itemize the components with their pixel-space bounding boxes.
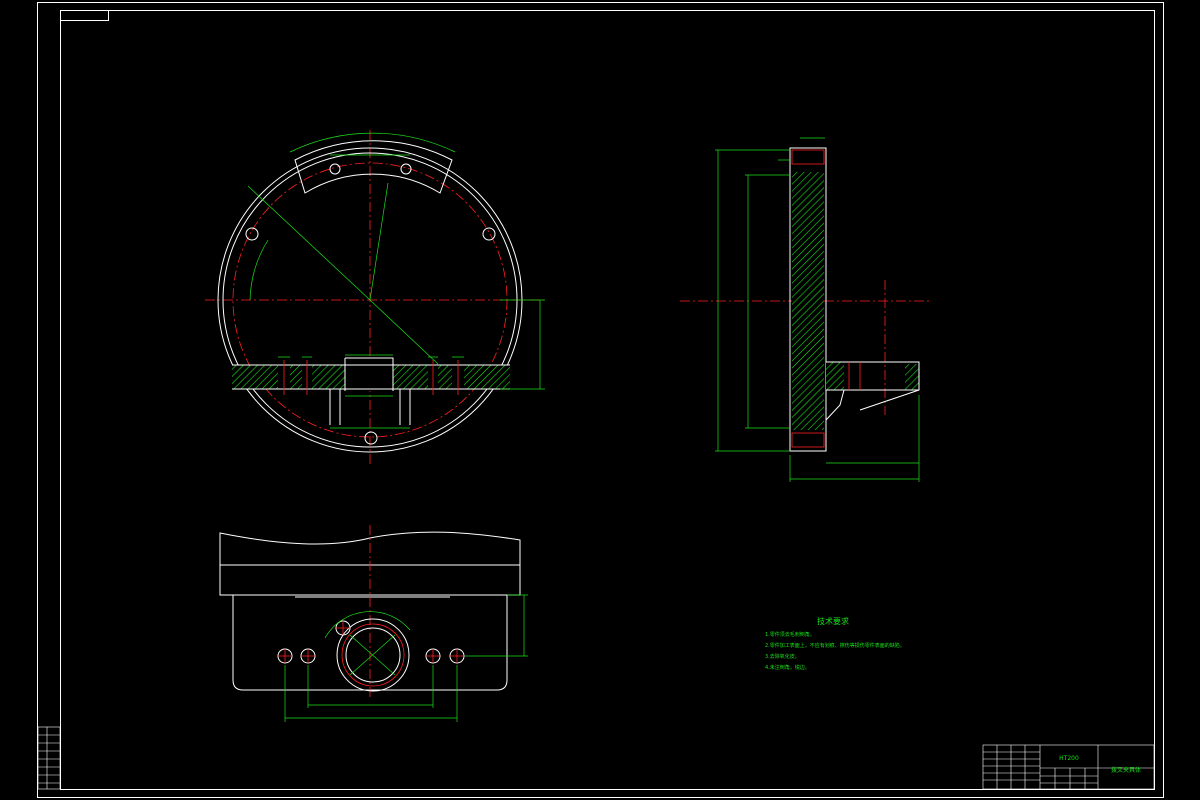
side-view xyxy=(680,137,930,482)
tech-requirement-4: 4.未注倒角，锐边。 xyxy=(765,664,810,671)
side-top-hole xyxy=(791,149,825,165)
sector-angle-arc xyxy=(289,132,456,153)
tech-requirement-1: 1.零件须去毛刺倒角。 xyxy=(765,631,815,638)
section-gap-center xyxy=(345,358,393,391)
top-boss-crossmarks xyxy=(349,634,396,676)
tech-requirement-2: 2.零件加工表面上，不应有划痕、擦伤等损伤零件表面的缺陷。 xyxy=(765,642,905,649)
side-inner-height-dim xyxy=(745,174,790,429)
side-plate-hatch xyxy=(792,172,824,430)
drawing-frame xyxy=(37,2,1164,798)
radius-leader-2 xyxy=(369,299,439,365)
side-taper-line xyxy=(859,389,920,411)
outer-border xyxy=(37,2,1164,798)
top-sector xyxy=(294,140,453,194)
drawing-number-box xyxy=(60,10,109,21)
top-hole-spacing-dims xyxy=(284,665,458,722)
material-label: HT200 xyxy=(1059,755,1079,762)
side-bottom-hole xyxy=(791,432,825,448)
tech-requirements: 技术要求 1.零件须去毛刺倒角。 2.零件加工表面上，不应有划痕、擦伤等损伤零件… xyxy=(765,616,905,671)
side-boss-hatch xyxy=(905,364,919,390)
title-block: HT200 拨叉夹具体 xyxy=(982,744,1155,790)
bolt-hole-bottom xyxy=(364,431,378,445)
revision-table-grid xyxy=(38,727,60,789)
bolt-hole-right xyxy=(482,227,496,241)
drawing-name-label: 拨叉夹具体 xyxy=(1111,766,1141,774)
angle-arc-left xyxy=(249,239,269,301)
side-height-dim xyxy=(715,149,790,452)
tech-requirement-3: 3.去除氧化皮。 xyxy=(765,653,800,660)
cad-drawing: 技术要求 1.零件须去毛刺倒角。 2.零件加工表面上，不应有划痕、擦伤等损伤零件… xyxy=(37,2,1164,798)
sector-hole-left xyxy=(329,163,341,175)
side-rib-hatch xyxy=(826,362,844,390)
front-view xyxy=(205,130,545,465)
top-vertical-dim xyxy=(465,594,528,657)
bolt-hole-left xyxy=(245,227,259,241)
top-view xyxy=(219,525,528,722)
inner-border xyxy=(60,10,1155,790)
revision-table xyxy=(37,726,61,790)
radius-leader-3 xyxy=(369,182,389,301)
tech-requirements-title: 技术要求 xyxy=(817,616,849,626)
section-width-dims xyxy=(278,354,464,358)
revision-table-frame xyxy=(37,726,61,790)
